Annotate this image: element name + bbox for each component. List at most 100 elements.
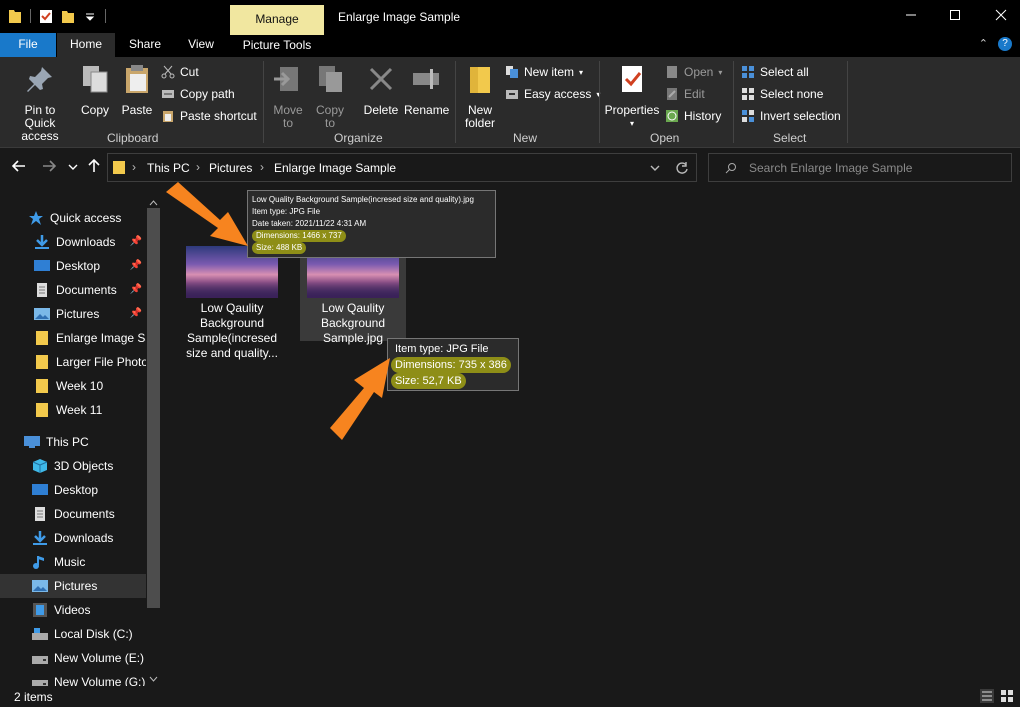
history-button[interactable]: History xyxy=(665,108,721,124)
sidebar-item-desktop-pc[interactable]: Desktop xyxy=(0,478,146,502)
new-folder-button[interactable]: New folder xyxy=(460,63,500,130)
group-label-organize: Organize xyxy=(334,131,383,145)
folder-icon[interactable] xyxy=(8,8,22,24)
recent-locations-chevron-icon[interactable] xyxy=(68,163,78,171)
ribbon: Pin to Quick access Copy Paste Cut Copy … xyxy=(0,57,1020,148)
scroll-down-icon[interactable] xyxy=(149,676,158,682)
move-to-button[interactable]: Move to xyxy=(270,63,306,130)
rename-button[interactable]: Rename xyxy=(404,63,449,117)
manage-contextual-tab[interactable]: Manage xyxy=(230,5,324,33)
breadcrumb-this-pc[interactable]: This PC xyxy=(147,161,190,175)
edit-button[interactable]: Edit xyxy=(665,86,705,102)
sidebar-item-videos[interactable]: Videos xyxy=(0,598,146,622)
properties-button[interactable]: Properties ▾ xyxy=(604,63,660,130)
sidebar-item-quick-access[interactable]: Quick access xyxy=(0,206,146,230)
new-folder-icon[interactable] xyxy=(61,8,75,24)
expand-ribbon-icon[interactable]: ⌃ xyxy=(979,37,988,51)
sidebar-scroll-thumb[interactable] xyxy=(147,208,160,608)
ribbon-separator xyxy=(455,61,456,143)
breadcrumb-separator[interactable]: › xyxy=(196,160,200,174)
sidebar-item-larger-file-photos[interactable]: Larger File Photos xyxy=(0,350,146,374)
sidebar-item-pictures[interactable]: Pictures 📌 xyxy=(0,302,146,326)
paste-button[interactable]: Paste xyxy=(120,63,154,117)
new-item-button[interactable]: New item ▾ xyxy=(505,64,583,80)
help-icon[interactable]: ? xyxy=(998,37,1012,51)
maximize-button[interactable] xyxy=(944,6,966,26)
tooltip-small-file: Item type: JPG File Dimensions: 735 x 38… xyxy=(387,338,519,391)
sidebar-item-desktop[interactable]: Desktop 📌 xyxy=(0,254,146,278)
sidebar-item-label: Enlarge Image Sa xyxy=(56,331,146,345)
tooltip-dimensions: Dimensions: 1466 x 737 xyxy=(252,230,346,242)
copy-to-button[interactable]: Copy to xyxy=(312,63,348,130)
breadcrumb-pictures[interactable]: Pictures xyxy=(209,161,252,175)
forward-arrow-icon[interactable] xyxy=(42,159,56,173)
sidebar-item-label: Downloads xyxy=(54,531,114,545)
breadcrumb-separator[interactable]: › xyxy=(260,160,264,174)
close-button[interactable] xyxy=(990,6,1012,26)
file-item-small[interactable]: Low Qaulity Background Sample.jpg xyxy=(300,246,406,345)
customize-toolbar-icon[interactable] xyxy=(83,8,97,24)
sidebar-item-documents[interactable]: Documents 📌 xyxy=(0,278,146,302)
details-view-icon[interactable] xyxy=(980,689,994,703)
folder-icon xyxy=(36,379,48,393)
ribbon-controls: ⌃ ? xyxy=(979,37,1012,51)
window-title: Enlarge Image Sample xyxy=(338,10,461,24)
tab-file[interactable]: File xyxy=(0,33,56,57)
address-bar[interactable]: › This PC › Pictures › Enlarge Image Sam… xyxy=(107,153,697,182)
sidebar-item-new-volume-g[interactable]: New Volume (G:) xyxy=(0,670,146,686)
easy-access-button[interactable]: Easy access ▾ xyxy=(505,86,600,102)
sidebar-item-week-10[interactable]: Week 10 xyxy=(0,374,146,398)
sidebar-item-documents-pc[interactable]: Documents xyxy=(0,502,146,526)
sidebar-item-label: New Volume (E:) xyxy=(54,651,145,665)
sidebar-item-local-disk-c[interactable]: Local Disk (C:) xyxy=(0,622,146,646)
pin-to-quick-access-button[interactable]: Pin to Quick access xyxy=(6,63,74,143)
paste-shortcut-button[interactable]: Paste shortcut xyxy=(161,108,257,124)
tab-home[interactable]: Home xyxy=(57,33,115,57)
group-label-open: Open xyxy=(650,131,680,145)
tab-view[interactable]: View xyxy=(178,33,224,57)
refresh-icon[interactable] xyxy=(675,161,689,175)
select-all-button[interactable]: Select all xyxy=(741,64,809,80)
sidebar-item-pictures-pc[interactable]: Pictures xyxy=(0,574,146,598)
minimize-button[interactable] xyxy=(900,6,922,26)
orange-arrow-bottom xyxy=(330,358,390,440)
open-button[interactable]: Open ▾ xyxy=(665,64,722,80)
pin-label: Pin to Quick access xyxy=(21,103,59,143)
sidebar-item-music[interactable]: Music xyxy=(0,550,146,574)
properties-label: Properties xyxy=(604,103,660,117)
address-dropdown-chevron-icon[interactable] xyxy=(650,164,660,172)
folder-icon xyxy=(113,161,125,174)
properties-check-icon[interactable] xyxy=(39,8,53,24)
sidebar-item-3d-objects[interactable]: 3D Objects xyxy=(0,454,146,478)
breadcrumb-separator[interactable]: › xyxy=(132,160,136,174)
up-arrow-icon[interactable] xyxy=(87,159,101,173)
sidebar-item-this-pc[interactable]: This PC xyxy=(0,430,146,454)
sidebar-item-downloads[interactable]: Downloads 📌 xyxy=(0,230,146,254)
search-box[interactable]: Search Enlarge Image Sample xyxy=(708,153,1012,182)
copy-button[interactable]: Copy xyxy=(78,63,112,117)
open-label: Open xyxy=(684,65,714,79)
orange-arrow-top xyxy=(166,182,248,246)
scroll-up-icon[interactable] xyxy=(149,200,158,206)
file-item-large[interactable]: Low Qaulity Background Sample(incresed s… xyxy=(182,246,282,360)
sidebar-item-label: Quick access xyxy=(50,211,122,225)
sidebar-item-new-volume-e[interactable]: New Volume (E:) xyxy=(0,646,146,670)
file-name-line: Background xyxy=(320,316,386,330)
cut-button[interactable]: Cut xyxy=(161,64,199,80)
invert-selection-button[interactable]: Invert selection xyxy=(741,108,841,124)
copy-path-button[interactable]: Copy path xyxy=(161,86,235,102)
copy-to-label: Copy to xyxy=(315,103,344,130)
back-arrow-icon[interactable] xyxy=(12,159,26,173)
dropdown-arrow-icon: ▾ xyxy=(579,67,584,77)
new-folder-label: New folder xyxy=(464,103,496,130)
sidebar-item-enlarge-image-sample[interactable]: Enlarge Image Sa xyxy=(0,326,146,350)
sidebar-item-week-11[interactable]: Week 11 xyxy=(0,398,146,422)
tooltip-type: Item type: JPG File xyxy=(252,207,321,216)
tab-picture-tools[interactable]: Picture Tools xyxy=(230,33,324,57)
delete-button[interactable]: Delete xyxy=(362,63,400,117)
breadcrumb-current-folder[interactable]: Enlarge Image Sample xyxy=(274,161,396,175)
select-none-button[interactable]: Select none xyxy=(741,86,823,102)
large-icons-view-icon[interactable] xyxy=(1000,689,1014,703)
sidebar-item-downloads-pc[interactable]: Downloads xyxy=(0,526,146,550)
tab-share[interactable]: Share xyxy=(120,33,170,57)
